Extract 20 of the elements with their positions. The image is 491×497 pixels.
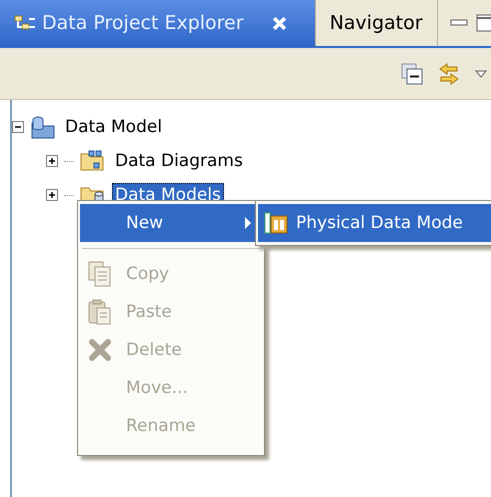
close-icon[interactable]: [272, 16, 287, 30]
view-tab[interactable]: Data Project Explorer: [0, 0, 316, 46]
expand-icon[interactable]: [46, 189, 58, 201]
data-model-icon: [264, 211, 288, 235]
tree-item[interactable]: Data Model: [62, 115, 166, 139]
link-arrows-icon[interactable]: [437, 62, 461, 86]
copy-icon: [88, 261, 112, 287]
diagram-folder-icon: [80, 149, 106, 173]
menu-item[interactable]: Physical Data Mode: [258, 204, 491, 242]
view-menu-icon[interactable]: [475, 70, 487, 78]
minimize-icon[interactable]: [450, 19, 468, 27]
expand-icon[interactable]: [46, 155, 58, 167]
collapse-all-icon[interactable]: [401, 62, 423, 84]
maximize-icon[interactable]: [476, 14, 491, 32]
collapse-icon[interactable]: [12, 121, 24, 133]
tree-view-icon: [14, 15, 36, 31]
delete-icon: [88, 338, 112, 362]
paste-icon: [88, 299, 112, 325]
database-folder-icon: [30, 115, 56, 139]
tree-item[interactable]: Data Diagrams: [112, 149, 246, 173]
